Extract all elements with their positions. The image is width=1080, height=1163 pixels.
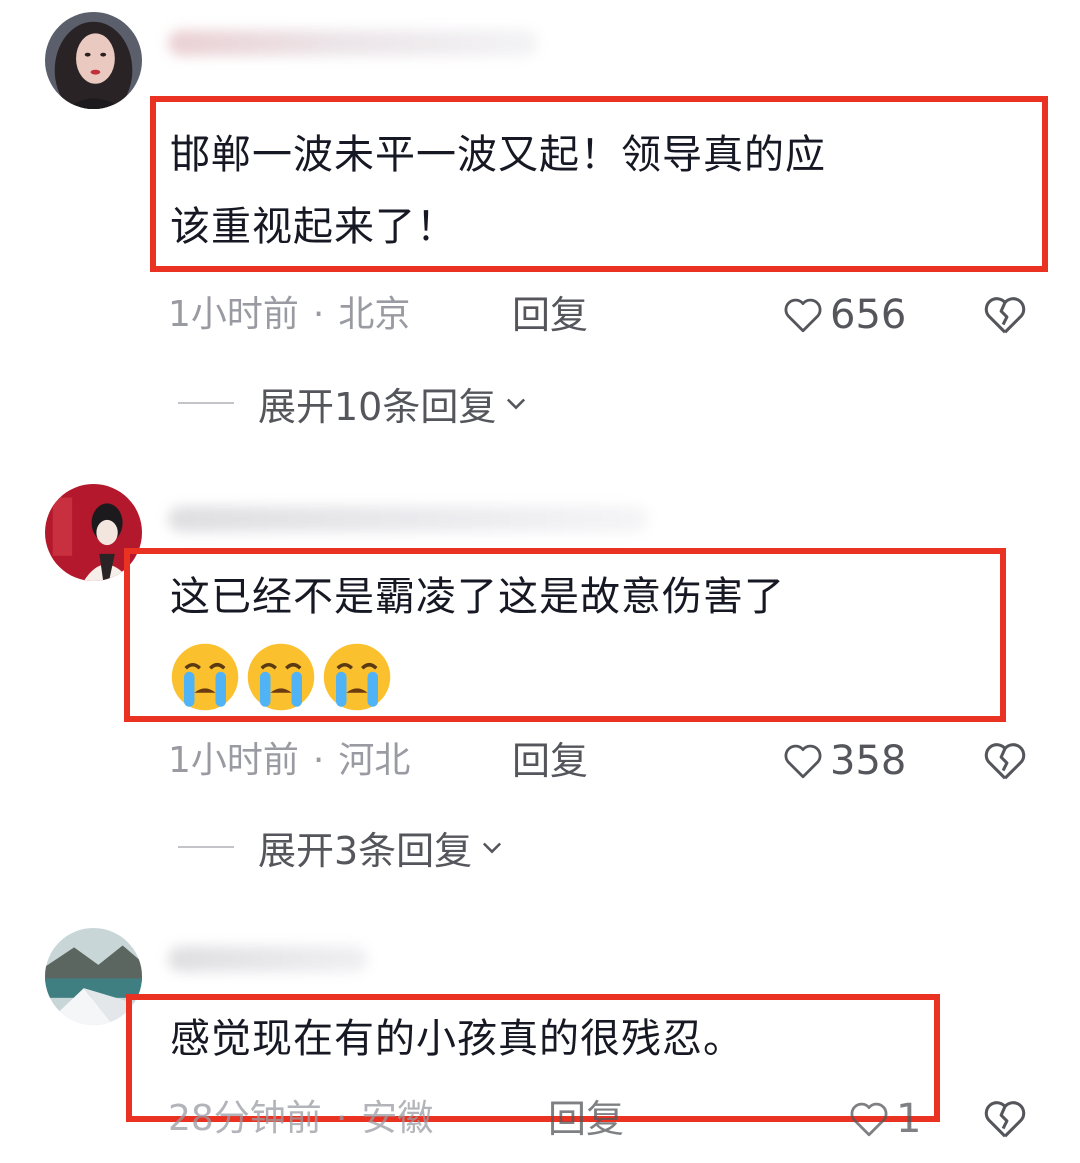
user-avatar[interactable] <box>45 12 142 109</box>
comment-meta: 1小时前 · 北京 <box>168 294 411 335</box>
comment-item: 感觉现在有的小孩真的很残忍。 28分钟前 · 安徽 回复 1 <box>0 900 1080 1163</box>
comment-item: 邯郸一波未平一波又起！领导真的应 该重视起来了！ 1小时前 · 北京 回复 656 … <box>0 0 1080 460</box>
broken-heart-icon[interactable] <box>982 292 1028 338</box>
reply-button[interactable]: 回复 <box>512 736 588 786</box>
like-button[interactable]: 656 <box>782 290 906 340</box>
heart-icon <box>784 744 822 779</box>
username-blurred[interactable] <box>168 946 368 972</box>
expand-replies-label: 展开3条回复 <box>258 828 473 873</box>
reply-button[interactable]: 回复 <box>512 290 588 340</box>
username-blurred[interactable] <box>168 506 648 532</box>
like-count: 1 <box>896 1096 922 1142</box>
comment-location: 河北 <box>338 740 411 781</box>
comment-item: 这已经不是霸凌了这是故意伤害了 1小时前 · 河北 回复 358 展开3条回复 <box>0 460 1080 900</box>
chevron-down-icon <box>507 398 526 410</box>
highlight-box <box>150 96 1048 272</box>
comment-time: 1小时前 <box>168 740 299 781</box>
heart-icon <box>784 298 822 333</box>
username-blurred[interactable] <box>168 30 538 56</box>
like-count: 358 <box>830 738 907 784</box>
chevron-down-icon <box>483 842 502 854</box>
like-count: 656 <box>830 292 907 338</box>
reply-button[interactable]: 回复 <box>548 1094 624 1144</box>
divider-line <box>178 846 234 848</box>
comment-location: 安徽 <box>361 1098 434 1139</box>
comment-time: 1小时前 <box>168 294 299 335</box>
like-button[interactable]: 358 <box>782 736 906 786</box>
expand-replies-label: 展开10条回复 <box>258 384 497 429</box>
comment-meta: 1小时前 · 河北 <box>168 740 411 781</box>
heart-icon <box>850 1102 888 1137</box>
like-button[interactable]: 1 <box>848 1094 921 1144</box>
divider-line <box>178 402 234 404</box>
comment-location: 北京 <box>338 294 411 335</box>
broken-heart-icon[interactable] <box>982 1096 1028 1142</box>
expand-replies-button[interactable]: 展开10条回复 <box>178 378 530 429</box>
expand-replies-button[interactable]: 展开3条回复 <box>178 822 506 873</box>
comment-meta: 28分钟前 · 安徽 <box>168 1098 434 1139</box>
highlight-box <box>124 548 1006 722</box>
comment-time: 28分钟前 <box>168 1098 322 1139</box>
broken-heart-icon[interactable] <box>982 738 1028 784</box>
